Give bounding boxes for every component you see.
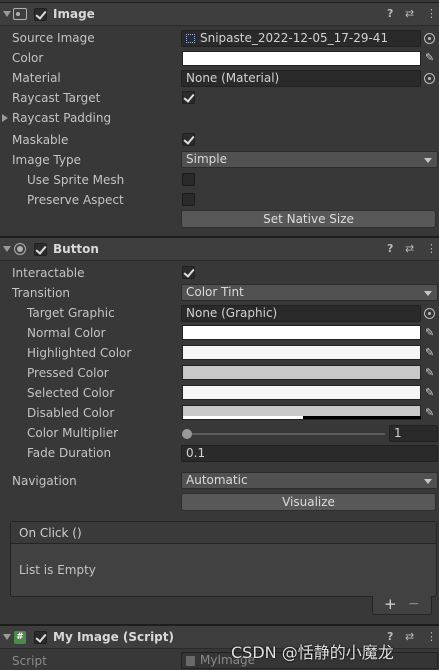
transition-dropdown[interactable]: Color Tint bbox=[181, 284, 438, 301]
component-title: My Image (Script) bbox=[53, 630, 174, 644]
dropdown-arrow-icon bbox=[424, 291, 432, 296]
component-title: Image bbox=[53, 7, 95, 21]
visualize-button[interactable]: Visualize bbox=[181, 493, 436, 511]
watermark: CSDN @恬静的小魔龙 bbox=[231, 643, 394, 662]
context-menu-icon[interactable]: ⋮ bbox=[426, 243, 437, 255]
image-type-label: Image Type bbox=[12, 153, 81, 167]
on-click-title: On Click () bbox=[19, 526, 82, 540]
color-swatch[interactable] bbox=[182, 51, 421, 66]
eyedropper-icon[interactable]: ✎ bbox=[425, 327, 437, 339]
on-click-header: On Click () bbox=[11, 522, 436, 544]
raycast-target-label: Raycast Target bbox=[12, 91, 101, 105]
component-title: Button bbox=[53, 242, 99, 256]
transition-value: Color Tint bbox=[186, 285, 244, 299]
csharp-script-icon: # bbox=[14, 631, 26, 644]
target-graphic-field[interactable]: None (Graphic) bbox=[181, 305, 421, 322]
use-sprite-mesh-label: Use Sprite Mesh bbox=[27, 173, 125, 187]
navigation-value: Automatic bbox=[186, 473, 248, 487]
material-label: Material bbox=[12, 71, 61, 85]
eyedropper-icon[interactable]: ✎ bbox=[425, 347, 437, 359]
raycast-padding-label[interactable]: Raycast Padding bbox=[12, 111, 111, 125]
preserve-aspect-checkbox[interactable] bbox=[182, 193, 195, 206]
script-label: Script bbox=[12, 654, 47, 668]
fold-down-icon[interactable] bbox=[3, 634, 11, 640]
on-click-footer: + − bbox=[372, 595, 432, 615]
set-native-size-button[interactable]: Set Native Size bbox=[181, 210, 436, 228]
pressed-color-swatch[interactable] bbox=[182, 365, 421, 380]
eyedropper-icon[interactable]: ✎ bbox=[425, 367, 437, 379]
selected-color-swatch[interactable] bbox=[182, 385, 421, 400]
image-enabled-checkbox[interactable] bbox=[34, 8, 47, 21]
eyedropper-icon[interactable]: ✎ bbox=[425, 52, 437, 64]
raycast-target-checkbox[interactable] bbox=[182, 91, 195, 104]
normal-color-label: Normal Color bbox=[27, 326, 106, 340]
script-enabled-checkbox[interactable] bbox=[34, 631, 47, 644]
dropdown-arrow-icon bbox=[424, 158, 432, 163]
fold-down-icon[interactable] bbox=[3, 11, 11, 17]
pressed-color-label: Pressed Color bbox=[27, 366, 109, 380]
context-menu-icon[interactable]: ⋮ bbox=[426, 8, 437, 20]
alpha-bar-remainder bbox=[303, 416, 421, 419]
fade-duration-label: Fade Duration bbox=[27, 446, 112, 460]
context-menu-icon[interactable]: ⋮ bbox=[426, 631, 437, 643]
disabled-color-label: Disabled Color bbox=[27, 406, 115, 420]
remove-event-button[interactable]: − bbox=[408, 596, 420, 612]
selected-color-label: Selected Color bbox=[27, 386, 115, 400]
help-icon[interactable]: ? bbox=[387, 243, 393, 255]
button-component-header[interactable]: Button ? ⇄ ⋮ bbox=[0, 237, 439, 261]
fold-down-icon[interactable] bbox=[3, 246, 11, 252]
image-component-icon bbox=[13, 8, 27, 20]
on-click-event-box: On Click () List is Empty bbox=[10, 521, 437, 597]
object-picker-icon[interactable] bbox=[424, 33, 435, 44]
presets-icon[interactable]: ⇄ bbox=[405, 243, 414, 255]
transition-label: Transition bbox=[12, 286, 71, 300]
highlighted-color-label: Highlighted Color bbox=[27, 346, 132, 360]
add-event-button[interactable]: + bbox=[384, 595, 397, 613]
normal-color-swatch[interactable] bbox=[182, 325, 421, 340]
color-multiplier-field[interactable]: 1 bbox=[389, 425, 438, 442]
source-image-field[interactable]: Snipaste_2022-12-05_17-29-41 bbox=[181, 30, 421, 47]
eyedropper-icon[interactable]: ✎ bbox=[425, 407, 437, 419]
color-label: Color bbox=[12, 51, 44, 65]
fade-duration-field[interactable]: 0.1 bbox=[181, 445, 438, 462]
color-multiplier-slider-thumb[interactable] bbox=[182, 429, 192, 439]
navigation-label: Navigation bbox=[12, 474, 77, 488]
list-empty-text: List is Empty bbox=[19, 563, 96, 577]
image-component-header[interactable]: Image ? ⇄ ⋮ bbox=[0, 2, 439, 26]
object-picker-icon[interactable] bbox=[424, 73, 435, 84]
image-type-value: Simple bbox=[186, 152, 227, 166]
source-image-value: Snipaste_2022-12-05_17-29-41 bbox=[200, 31, 389, 45]
dropdown-arrow-icon bbox=[424, 479, 432, 484]
navigation-dropdown[interactable]: Automatic bbox=[181, 472, 438, 489]
script-file-icon bbox=[186, 656, 195, 666]
color-multiplier-label: Color Multiplier bbox=[27, 426, 119, 440]
highlighted-color-swatch[interactable] bbox=[182, 345, 421, 360]
interactable-label: Interactable bbox=[12, 266, 85, 280]
target-graphic-label: Target Graphic bbox=[27, 306, 115, 320]
color-multiplier-slider-track[interactable] bbox=[186, 433, 385, 435]
use-sprite-mesh-checkbox[interactable] bbox=[182, 173, 195, 186]
preserve-aspect-label: Preserve Aspect bbox=[27, 193, 124, 207]
object-picker-icon[interactable] bbox=[424, 308, 435, 319]
eyedropper-icon[interactable]: ✎ bbox=[425, 387, 437, 399]
help-icon[interactable]: ? bbox=[387, 8, 393, 20]
presets-icon[interactable]: ⇄ bbox=[405, 8, 414, 20]
button-component-icon bbox=[14, 243, 26, 255]
image-type-dropdown[interactable]: Simple bbox=[181, 151, 438, 168]
interactable-checkbox[interactable] bbox=[182, 266, 195, 279]
maskable-checkbox[interactable] bbox=[182, 133, 195, 146]
maskable-label: Maskable bbox=[12, 133, 69, 147]
presets-icon[interactable]: ⇄ bbox=[405, 631, 414, 643]
button-enabled-checkbox[interactable] bbox=[34, 243, 47, 256]
material-field[interactable]: None (Material) bbox=[181, 70, 421, 87]
sprite-icon bbox=[186, 34, 195, 43]
fold-right-icon[interactable] bbox=[2, 114, 8, 122]
alpha-bar bbox=[183, 416, 303, 419]
disabled-color-swatch[interactable] bbox=[182, 405, 421, 420]
source-image-label: Source Image bbox=[12, 31, 95, 45]
